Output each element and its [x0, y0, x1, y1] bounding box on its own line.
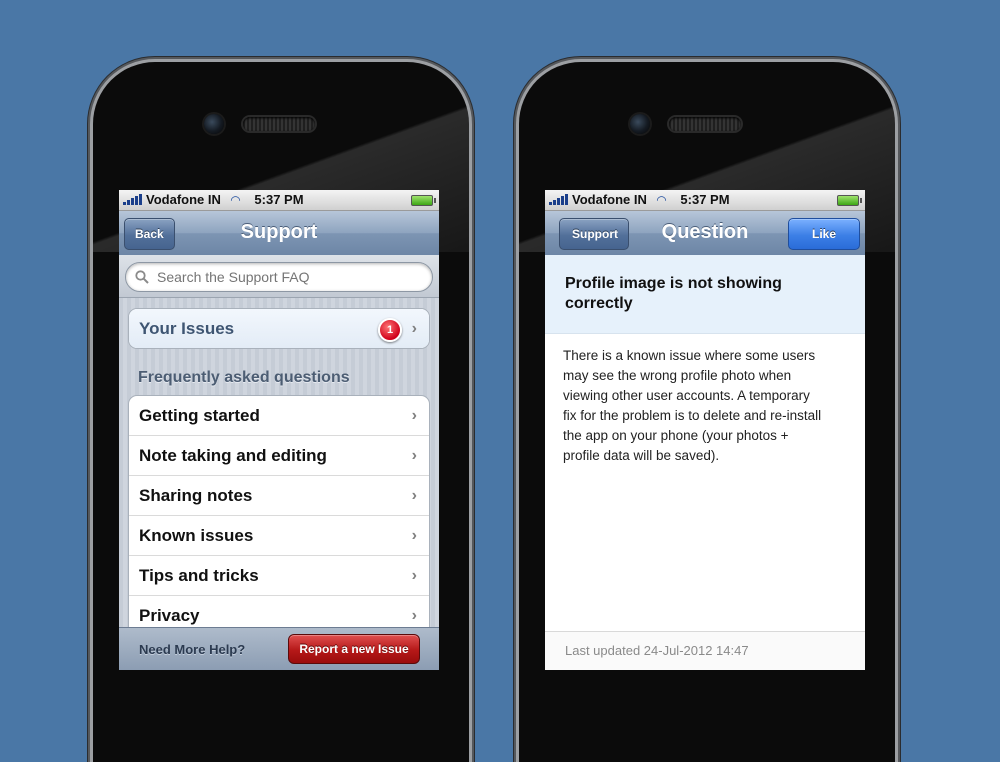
search-icon [135, 270, 149, 284]
chevron-right-icon: › [411, 567, 417, 584]
front-camera [630, 114, 650, 134]
your-issues-cell[interactable]: Your Issues 1 › [129, 309, 429, 348]
search-input[interactable] [155, 268, 409, 286]
report-issue-button[interactable]: Report a new Issue [288, 634, 420, 664]
support-screen: Vodafone IN ◠ 5:37 PM Back Support Y [119, 190, 439, 670]
question-screen: Vodafone IN ◠ 5:37 PM Support Question L… [545, 190, 865, 670]
phone-right: Vodafone IN ◠ 5:37 PM Support Question L… [519, 62, 895, 762]
faq-item-label: Known issues [139, 525, 254, 545]
need-help-text: Need More Help? [139, 642, 246, 657]
front-camera [204, 114, 224, 134]
status-time: 5:37 PM [254, 192, 304, 207]
nav-bar: Support Question Like This [545, 211, 865, 271]
faq-item-label: Tips and tricks [139, 565, 259, 585]
earpiece-speaker [243, 117, 315, 131]
status-bar: Vodafone IN ◠ 5:37 PM [545, 190, 865, 211]
faq-item-label: Privacy [139, 605, 200, 625]
issues-group: Your Issues 1 › [128, 308, 430, 349]
chevron-right-icon: › [411, 607, 417, 624]
chevron-right-icon: › [411, 320, 417, 337]
status-time: 5:37 PM [680, 192, 730, 207]
answer-text: There is a known issue where some users … [563, 348, 822, 463]
like-this-button[interactable]: Like This [788, 218, 860, 271]
your-issues-label: Your Issues [139, 318, 235, 338]
chevron-right-icon: › [411, 407, 417, 424]
faq-item-tips-and-tricks[interactable]: Tips and tricks › [129, 556, 429, 596]
nav-bar: Back Support [119, 211, 439, 256]
faq-item-label: Getting started [139, 405, 260, 425]
faq-item-label: Sharing notes [139, 485, 253, 505]
phone-left: Vodafone IN ◠ 5:37 PM Back Support Y [93, 62, 469, 762]
faq-item-sharing-notes[interactable]: Sharing notes › [129, 476, 429, 516]
battery-icon [837, 195, 862, 206]
faq-item-note-taking[interactable]: Note taking and editing › [129, 436, 429, 476]
last-updated-text: Last updated 24-Jul-2012 14:47 [565, 643, 749, 658]
question-header: Profile image is not showing correctly [545, 255, 865, 334]
question-title: Profile image is not showing correctly [565, 275, 782, 312]
faq-item-getting-started[interactable]: Getting started › [129, 396, 429, 436]
question-footer: Last updated 24-Jul-2012 14:47 [545, 631, 865, 670]
search-bar [119, 255, 439, 298]
faq-section-header: Frequently asked questions [138, 369, 350, 386]
status-bar: Vodafone IN ◠ 5:37 PM [119, 190, 439, 211]
search-field[interactable] [125, 262, 433, 292]
bottom-toolbar: Need More Help? Report a new Issue [119, 627, 439, 670]
faq-item-known-issues[interactable]: Known issues › [129, 516, 429, 556]
chevron-right-icon: › [411, 487, 417, 504]
battery-icon [411, 195, 436, 206]
faq-item-label: Note taking and editing [139, 445, 327, 465]
page-title: Support [240, 221, 318, 243]
earpiece-speaker [669, 117, 741, 131]
chevron-right-icon: › [411, 447, 417, 464]
faq-list: Getting started › Note taking and editing… [128, 395, 430, 636]
chevron-right-icon: › [411, 527, 417, 544]
issues-badge: 1 [378, 318, 402, 342]
